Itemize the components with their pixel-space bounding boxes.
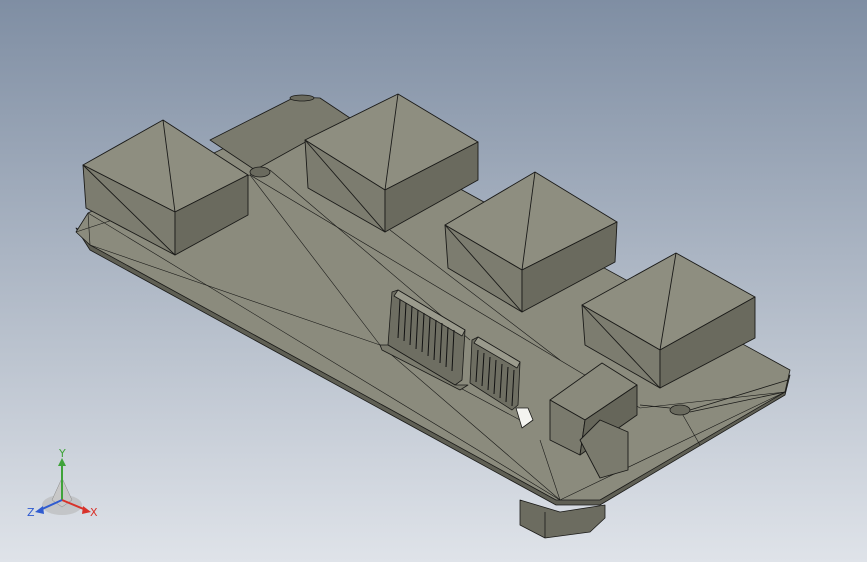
z-axis-label: Z [27, 506, 35, 519]
cad-viewport[interactable]: Y X Z [0, 0, 867, 562]
x-axis-label: X [90, 506, 98, 519]
y-axis-label: Y [58, 447, 66, 460]
